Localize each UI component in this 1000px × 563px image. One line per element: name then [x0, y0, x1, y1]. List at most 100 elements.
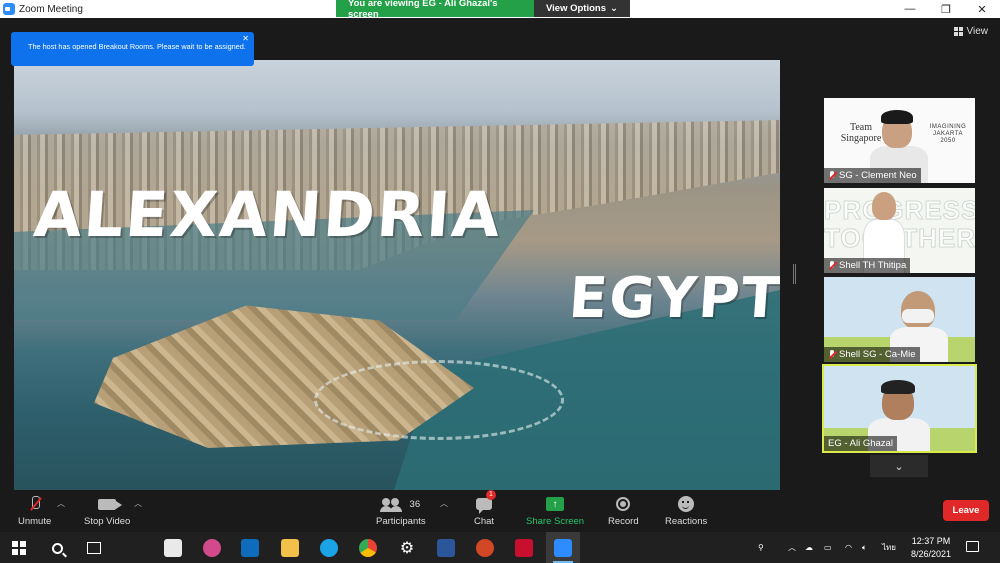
record-icon: [616, 497, 631, 511]
resize-handle[interactable]: [793, 264, 796, 284]
taskbar-app[interactable]: [240, 538, 260, 558]
face-mask: [902, 309, 934, 323]
search-button[interactable]: [47, 538, 67, 558]
volume-icon[interactable]: 🔈︎: [862, 532, 867, 563]
window-title: Zoom Meeting: [19, 3, 83, 15]
smiley-icon: [678, 496, 695, 512]
windows-logo-icon: [12, 541, 26, 555]
participant-name-tag: Shell TH Thitipa: [824, 258, 911, 273]
taskbar-app[interactable]: [436, 538, 456, 558]
participant-name: EG - Ali Ghazal: [828, 438, 893, 449]
meeting-toolbar: Unmute ︿ Stop Video ︿ 36 Participants ︿ …: [0, 490, 1000, 532]
language-indicator[interactable]: ไทย: [882, 532, 896, 563]
acrobat-icon: [515, 539, 533, 557]
taskbar-app[interactable]: [475, 538, 495, 558]
clock-date: 8/26/2021: [910, 549, 952, 559]
mic-muted-icon: [828, 350, 836, 359]
zoom-app-icon: [554, 539, 572, 557]
people-icon[interactable]: ⚲: [758, 532, 764, 563]
taskbar-app-active[interactable]: [546, 532, 580, 563]
tile-bg-text-right: IMAGINING JAKARTA 2050: [929, 124, 967, 144]
shared-screen[interactable]: ALEXANDRIA EGYPT: [14, 60, 780, 490]
breakout-notice: The host has opened Breakout Rooms. Plea…: [11, 32, 254, 66]
participants-options-caret[interactable]: ︿: [440, 498, 448, 509]
minimize-button[interactable]: —: [892, 0, 928, 18]
view-label: View: [966, 26, 989, 37]
taskbar-app[interactable]: [514, 538, 534, 558]
participants-label: Participants: [376, 516, 426, 527]
task-view-button[interactable]: [84, 538, 104, 558]
wave-foam: [314, 360, 564, 440]
share-screen-icon: ↑: [546, 497, 565, 511]
participant-hair: [881, 380, 915, 394]
close-button[interactable]: ✕: [964, 0, 1000, 18]
participant-hair: [881, 110, 913, 124]
taskbar-app[interactable]: [319, 538, 339, 558]
participant-name-tag: SG - Clement Neo: [824, 168, 921, 183]
record-label: Record: [608, 516, 639, 527]
participants-button[interactable]: 36 Participants: [376, 494, 426, 527]
outlook-icon: [241, 539, 259, 557]
video-options-caret[interactable]: ︿: [134, 498, 142, 509]
share-screen-button[interactable]: ↑ Share Screen: [526, 494, 584, 527]
participant-tile-active-speaker[interactable]: EG - Ali Ghazal: [822, 364, 977, 453]
maximize-button[interactable]: ❐: [928, 0, 964, 18]
view-button[interactable]: View: [953, 26, 989, 37]
paint-icon: [203, 539, 221, 557]
video-camera-icon: [98, 498, 123, 510]
chat-unread-badge: 1: [486, 490, 496, 500]
mic-muted-icon: [828, 171, 836, 180]
scroll-down-button[interactable]: ⌄: [870, 455, 928, 477]
taskbar-clock[interactable]: 12:37 PM 8/26/2021: [903, 535, 959, 561]
viewing-label: You are viewing EG - Ali Ghazal's screen: [336, 0, 534, 20]
participant-tile[interactable]: PROGRESS TOGETHER Shell TH Thitipa: [824, 188, 975, 273]
view-options-button[interactable]: View Options ⌄: [534, 0, 630, 17]
taskbar-app[interactable]: [280, 538, 300, 558]
screen-share-banner: You are viewing EG - Ali Ghazal's screen…: [336, 0, 630, 20]
chat-label: Chat: [474, 516, 495, 527]
unmute-button[interactable]: Unmute: [18, 494, 51, 527]
chevron-up-icon[interactable]: ︿: [788, 532, 796, 563]
taskbar-app[interactable]: [202, 538, 222, 558]
meeting-area: View ALEXANDRIA EGYPT The host has opene…: [0, 18, 1000, 490]
leave-button[interactable]: Leave: [943, 500, 989, 521]
close-icon[interactable]: ✕: [242, 34, 249, 43]
taskbar-app[interactable]: [358, 538, 378, 558]
reactions-label: Reactions: [665, 516, 708, 527]
chat-button[interactable]: 1 Chat: [474, 490, 496, 527]
breakout-notice-text: The host has opened Breakout Rooms. Plea…: [28, 42, 246, 51]
mic-muted-icon: [30, 496, 40, 512]
wifi-icon[interactable]: ◠: [845, 532, 852, 563]
onedrive-icon[interactable]: ☁: [805, 532, 813, 563]
participant-name-tag: EG - Ali Ghazal: [824, 436, 897, 451]
taskbar-app[interactable]: ⚙: [397, 538, 417, 558]
search-icon: [51, 542, 63, 554]
reactions-button[interactable]: Reactions: [665, 494, 707, 527]
file-explorer-icon: [281, 539, 299, 557]
stop-video-button[interactable]: Stop Video: [84, 494, 130, 527]
unmute-label: Unmute: [18, 516, 52, 527]
start-button[interactable]: [9, 538, 29, 558]
participant-tile[interactable]: Shell SG - Ca-Mie: [824, 277, 975, 362]
participant-face: [872, 192, 896, 220]
gear-icon: ⚙: [399, 540, 415, 557]
task-view-icon: [87, 542, 101, 554]
chevron-down-icon: ⌄: [610, 3, 618, 14]
battery-icon[interactable]: ▭: [824, 532, 832, 563]
stop-video-label: Stop Video: [84, 516, 131, 527]
participant-tile[interactable]: Team Singapore IMAGINING JAKARTA 2050 SG…: [824, 98, 975, 183]
tile-bg-text: Team Singapore: [840, 122, 882, 144]
windows-taskbar: ⚙ ⚲ ︿ ☁ ▭ ◠ 🔈︎ ไทย 12:37 PM 8/26/2021: [0, 532, 1000, 563]
taskbar-app[interactable]: [163, 538, 183, 558]
clock-time: 12:37 PM: [911, 536, 951, 546]
powerpoint-icon: [476, 539, 494, 557]
audio-options-caret[interactable]: ︿: [57, 498, 65, 509]
record-button[interactable]: Record: [608, 494, 639, 527]
mic-muted-icon: [828, 261, 836, 270]
participant-name: SG - Clement Neo: [839, 170, 917, 181]
participant-name-tag: Shell SG - Ca-Mie: [824, 347, 920, 362]
zoom-window: Zoom Meeting — ❐ ✕ You are viewing EG - …: [0, 0, 1000, 563]
shared-title-alexandria: ALEXANDRIA: [31, 178, 505, 251]
participant-name: Shell TH Thitipa: [839, 260, 907, 271]
notification-icon[interactable]: [966, 541, 979, 552]
